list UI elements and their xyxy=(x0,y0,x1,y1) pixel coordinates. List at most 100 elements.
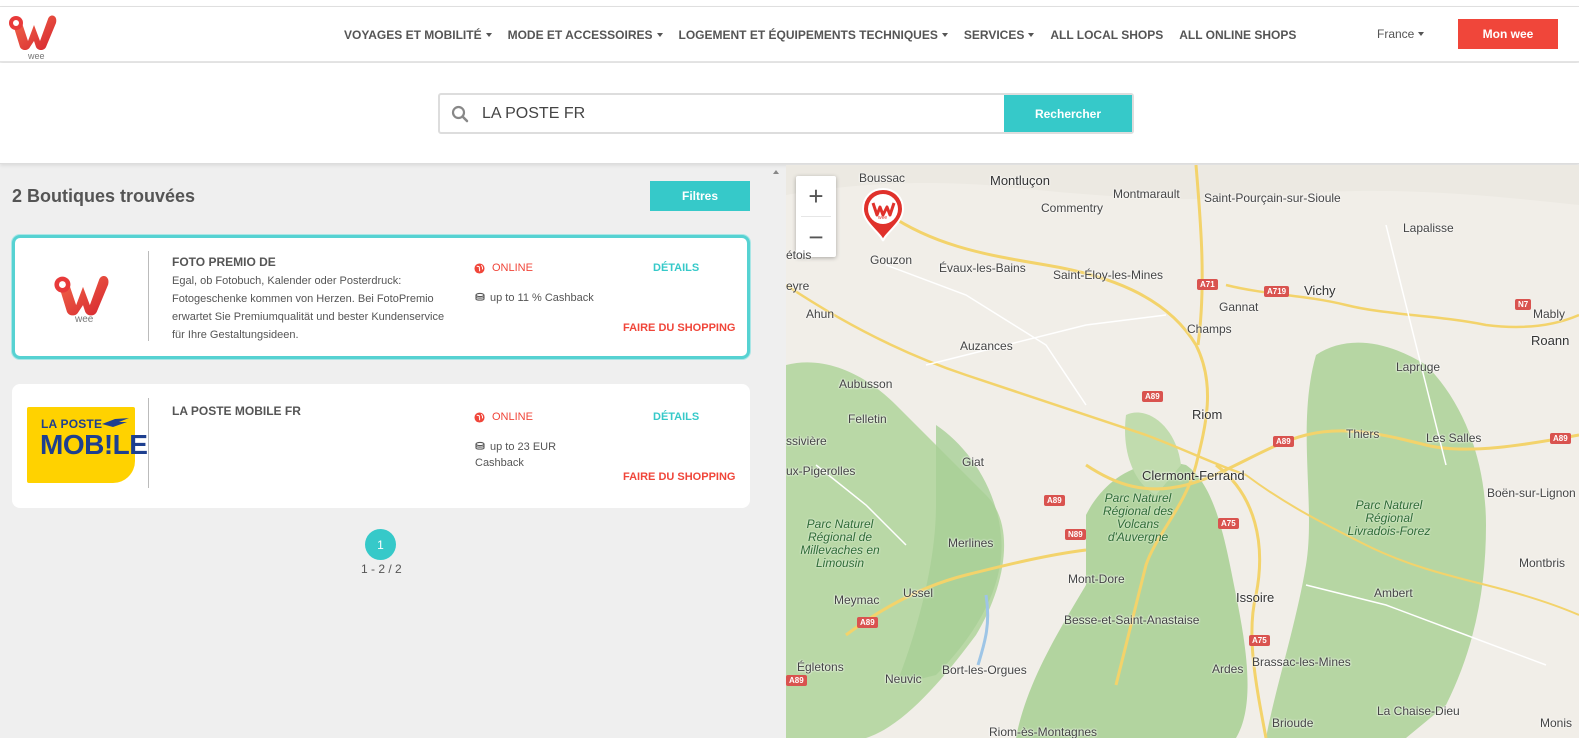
search-icon xyxy=(440,95,480,132)
coins-icon xyxy=(475,292,486,307)
city-label: Auzances xyxy=(960,339,1013,353)
nav-voyages-label: VOYAGES ET MOBILITÉ xyxy=(344,27,482,42)
nav-services-label: SERVICES xyxy=(963,27,1025,42)
wee-logo-icon xyxy=(9,15,57,50)
city-label: eyre xyxy=(786,279,810,293)
coins-icon xyxy=(475,441,486,456)
shop-cashback-label: up to 11 % Cashback xyxy=(490,292,594,304)
city-label: Meymac xyxy=(834,593,880,607)
nav-online-shops-label: ALL ONLINE SHOPS xyxy=(1179,27,1297,42)
road-shield: A75 xyxy=(1249,635,1270,646)
park-label: Parc Naturel Régional de Millevaches en … xyxy=(800,517,880,570)
road-shield: A89 xyxy=(1273,436,1294,447)
search-button[interactable]: Rechercher xyxy=(1004,95,1132,132)
nav-online-shops[interactable]: ALL ONLINE SHOPS xyxy=(1179,28,1296,42)
road-shield: A75 xyxy=(1218,518,1239,529)
city-label: Saint-Éloy-les-Mines xyxy=(1053,268,1164,282)
city-label: ssivière xyxy=(786,434,827,448)
bird-icon xyxy=(102,418,129,427)
mon-wee-button[interactable]: Mon wee xyxy=(1458,19,1558,49)
shop-logo: wee xyxy=(27,260,139,340)
road-shield: A89 xyxy=(1142,391,1163,402)
marker-text: wee xyxy=(878,215,888,221)
city-label: Issoire xyxy=(1236,590,1275,605)
city-label: Ussel xyxy=(903,586,934,600)
country-label: France xyxy=(1377,27,1415,41)
city-label: Monis xyxy=(1540,716,1573,730)
city-label: Vichy xyxy=(1304,283,1336,298)
card-divider xyxy=(148,251,149,341)
shop-card[interactable]: wee FOTO PREMIO DE Egal, ob Fotobuch, Ka… xyxy=(12,235,750,359)
logo-line2: MOB!LE xyxy=(40,429,148,460)
wee-logo-icon xyxy=(54,276,109,316)
shop-status: ONLINE xyxy=(474,411,533,423)
shop-status-label: ONLINE xyxy=(492,262,533,274)
city-label: Ambert xyxy=(1374,586,1413,600)
shop-now-link[interactable]: FAIRE DU SHOPPING xyxy=(623,471,735,483)
shop-description: Egal, ob Fotobuch, Kalender oder Posterd… xyxy=(172,275,445,341)
city-label: Clermont-Ferrand xyxy=(1142,468,1245,483)
pagination-page-1[interactable]: 1 xyxy=(365,529,396,560)
country-selector[interactable]: France xyxy=(1377,27,1425,41)
park-label: Parc Naturel Régional des Volcans d'Auve… xyxy=(1102,491,1174,544)
filters-button[interactable]: Filtres xyxy=(650,181,750,211)
results-title: 2 Boutiques trouvées xyxy=(12,186,196,206)
road-shield: N89 xyxy=(1065,529,1086,540)
city-label: Montluçon xyxy=(990,173,1050,188)
globe-icon xyxy=(474,411,485,423)
nav-voyages[interactable]: VOYAGES ET MOBILITÉ xyxy=(344,28,492,42)
globe-icon xyxy=(474,262,485,274)
search-input[interactable] xyxy=(480,95,1004,132)
city-label: Lapruge xyxy=(1396,360,1441,374)
city-label: Ardes xyxy=(1212,662,1244,676)
logo-text: wee xyxy=(28,51,45,61)
city-label: Saint-Pourçain-sur-Sioule xyxy=(1204,191,1341,205)
city-label: Aubusson xyxy=(839,377,893,391)
shop-cashback: up to 23 EUR Cashback xyxy=(475,440,585,471)
city-label: Boën-sur-Lignon xyxy=(1487,486,1576,500)
city-label: Évaux-les-Bains xyxy=(939,261,1026,275)
zoom-control: + − xyxy=(796,176,836,257)
city-label: Commentry xyxy=(1041,201,1104,215)
shop-status-label: ONLINE xyxy=(492,411,533,423)
shop-name: LA POSTE MOBILE FR xyxy=(172,404,301,418)
road-shield: A89 xyxy=(1550,433,1571,444)
caret-down-icon xyxy=(485,32,492,37)
search-box: Rechercher xyxy=(438,93,1134,134)
shop-now-link[interactable]: FAIRE DU SHOPPING xyxy=(623,322,735,334)
city-label: Ahun xyxy=(806,307,835,321)
city-label: Roann xyxy=(1531,333,1570,348)
nav-mode[interactable]: MODE ET ACCESSOIRES xyxy=(508,28,663,42)
city-label: Champs xyxy=(1187,322,1232,336)
nav-mode-label: MODE ET ACCESSOIRES xyxy=(507,27,653,42)
shop-card[interactable]: LA POSTE MOB!LE LA POSTE MOBILE FR ONLIN… xyxy=(12,384,750,508)
city-label: Égletons xyxy=(797,660,844,674)
city-label: Gouzon xyxy=(870,253,913,267)
road-shield: A719 xyxy=(1264,286,1290,297)
shop-status: ONLINE xyxy=(474,262,533,274)
main-nav: VOYAGES ET MOBILITÉ MODE ET ACCESSOIRES … xyxy=(344,7,1312,62)
details-link[interactable]: DÉTAILS xyxy=(653,262,699,274)
scroll-up-arrow-icon[interactable] xyxy=(773,170,779,174)
shop-cashback-label: up to 23 EUR Cashback xyxy=(475,441,557,469)
pagination-range: 1 - 2 / 2 xyxy=(361,562,402,576)
city-label: La Chaise-Dieu xyxy=(1377,704,1460,718)
nav-local-shops[interactable]: ALL LOCAL SHOPS xyxy=(1050,28,1163,42)
map-marker[interactable]: wee xyxy=(861,187,905,243)
nav-services[interactable]: SERVICES xyxy=(963,27,1035,42)
map[interactable]: + − wee Boussac Montluçon Montmarault Sa… xyxy=(786,165,1579,738)
wee-logo[interactable]: wee xyxy=(6,13,62,61)
nav-local-shops-label: ALL LOCAL SHOPS xyxy=(1050,27,1164,42)
caret-down-icon xyxy=(941,32,948,37)
city-label: étois xyxy=(786,248,812,262)
city-label: Montbris xyxy=(1519,556,1566,570)
details-link[interactable]: DÉTAILS xyxy=(653,411,699,423)
zoom-in-button[interactable]: + xyxy=(796,176,836,216)
city-label: Giat xyxy=(962,455,985,469)
nav-logement[interactable]: LOGEMENT ET ÉQUIPEMENTS TECHNIQUES xyxy=(679,28,948,42)
map-background xyxy=(786,165,1579,738)
caret-down-icon xyxy=(1028,32,1035,37)
road-shield: A71 xyxy=(1197,279,1218,290)
road-shield: N7 xyxy=(1515,299,1532,310)
caret-down-icon xyxy=(656,32,663,37)
